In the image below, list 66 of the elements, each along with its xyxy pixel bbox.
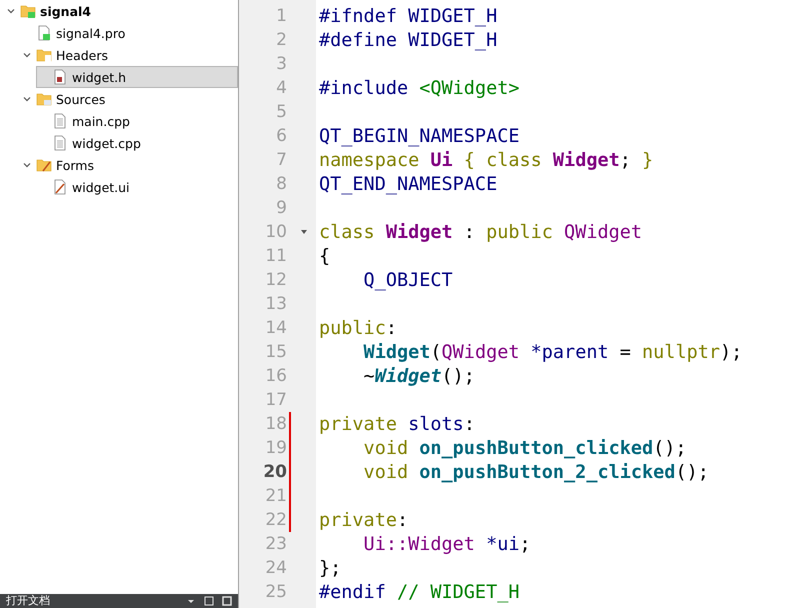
line-number: 19 — [264, 438, 287, 458]
code-line: class Widget : public QWidget — [318, 222, 642, 242]
line-number: 20 — [262, 462, 287, 482]
form-folder-icon — [36, 157, 52, 173]
code-line: #endif // WIDGET_H — [318, 582, 520, 602]
line-number: 17 — [264, 390, 287, 410]
code-line: #ifndef WIDGET_H — [318, 6, 498, 26]
code-line: ~Widget(); — [362, 366, 475, 386]
form-file-icon — [52, 179, 68, 195]
code-line: #define WIDGET_H — [318, 30, 498, 50]
code-line: #include <QWidget> — [318, 78, 520, 98]
line-number: 14 — [264, 318, 287, 338]
line-number: 2 — [275, 30, 287, 50]
tree-item[interactable]: signal4 — [4, 0, 238, 22]
line-number: 8 — [275, 174, 287, 194]
header-folder-icon — [36, 47, 52, 63]
line-number: 21 — [264, 486, 287, 506]
line-number: 3 — [275, 54, 287, 74]
line-number: 16 — [264, 366, 287, 386]
tree-item[interactable]: widget.ui — [36, 176, 238, 198]
header-file-icon — [52, 69, 68, 85]
code-line: Q_OBJECT — [362, 270, 453, 290]
line-number: 1 — [275, 6, 287, 26]
code-line: { — [318, 246, 330, 266]
code-line: QT_BEGIN_NAMESPACE — [318, 126, 520, 146]
source-folder-icon — [36, 91, 52, 107]
line-number: 9 — [275, 198, 287, 218]
text-file-icon — [52, 113, 68, 129]
line-number: 12 — [264, 270, 287, 290]
line-number: 15 — [264, 342, 287, 362]
tree-item[interactable]: Headers — [20, 44, 238, 66]
line-number: 6 — [275, 126, 287, 146]
tree-item[interactable]: Sources — [20, 88, 238, 110]
code-line: void on_pushButton_2_clicked(); — [362, 462, 709, 482]
line-number: 7 — [275, 150, 287, 170]
tree-item[interactable]: widget.cpp — [36, 132, 238, 154]
fold-arrow-icon[interactable] — [300, 229, 308, 235]
code-line: namespace Ui { class Widget; } — [318, 150, 654, 170]
tree-item[interactable]: widget.h — [36, 66, 238, 88]
project-file-icon — [36, 25, 52, 41]
line-number: 4 — [275, 78, 287, 98]
line-number: 13 — [264, 294, 287, 314]
code-line: public: — [318, 318, 397, 338]
code-line: }; — [318, 558, 342, 578]
line-number: 11 — [264, 246, 287, 266]
tree-item[interactable]: main.cpp — [36, 110, 238, 132]
line-number: 5 — [275, 102, 287, 122]
panel-title: 打开文档 — [6, 594, 51, 608]
code-line: QT_END_NAMESPACE — [318, 174, 498, 194]
close-panel-icon[interactable] — [222, 596, 232, 606]
line-number: 22 — [264, 510, 287, 530]
code-line: void on_pushButton_clicked(); — [362, 438, 687, 458]
code-line: Ui::Widget *ui; — [362, 534, 531, 554]
code-line: private: — [318, 510, 408, 530]
code-line: Widget(QWidget *parent = nullptr); — [362, 342, 742, 362]
text-file-icon — [52, 135, 68, 151]
line-number: 18 — [264, 414, 287, 434]
code-line: private slots: — [318, 414, 475, 434]
split-icon[interactable] — [204, 596, 214, 606]
tree-item[interactable]: Forms — [20, 154, 238, 176]
line-number: 23 — [264, 534, 287, 554]
project-folder-icon — [20, 3, 36, 19]
line-number: 24 — [264, 558, 287, 578]
tree-item[interactable]: signal4.pro — [20, 22, 238, 44]
line-number: 25 — [264, 582, 287, 602]
line-number: 10 — [264, 222, 287, 242]
